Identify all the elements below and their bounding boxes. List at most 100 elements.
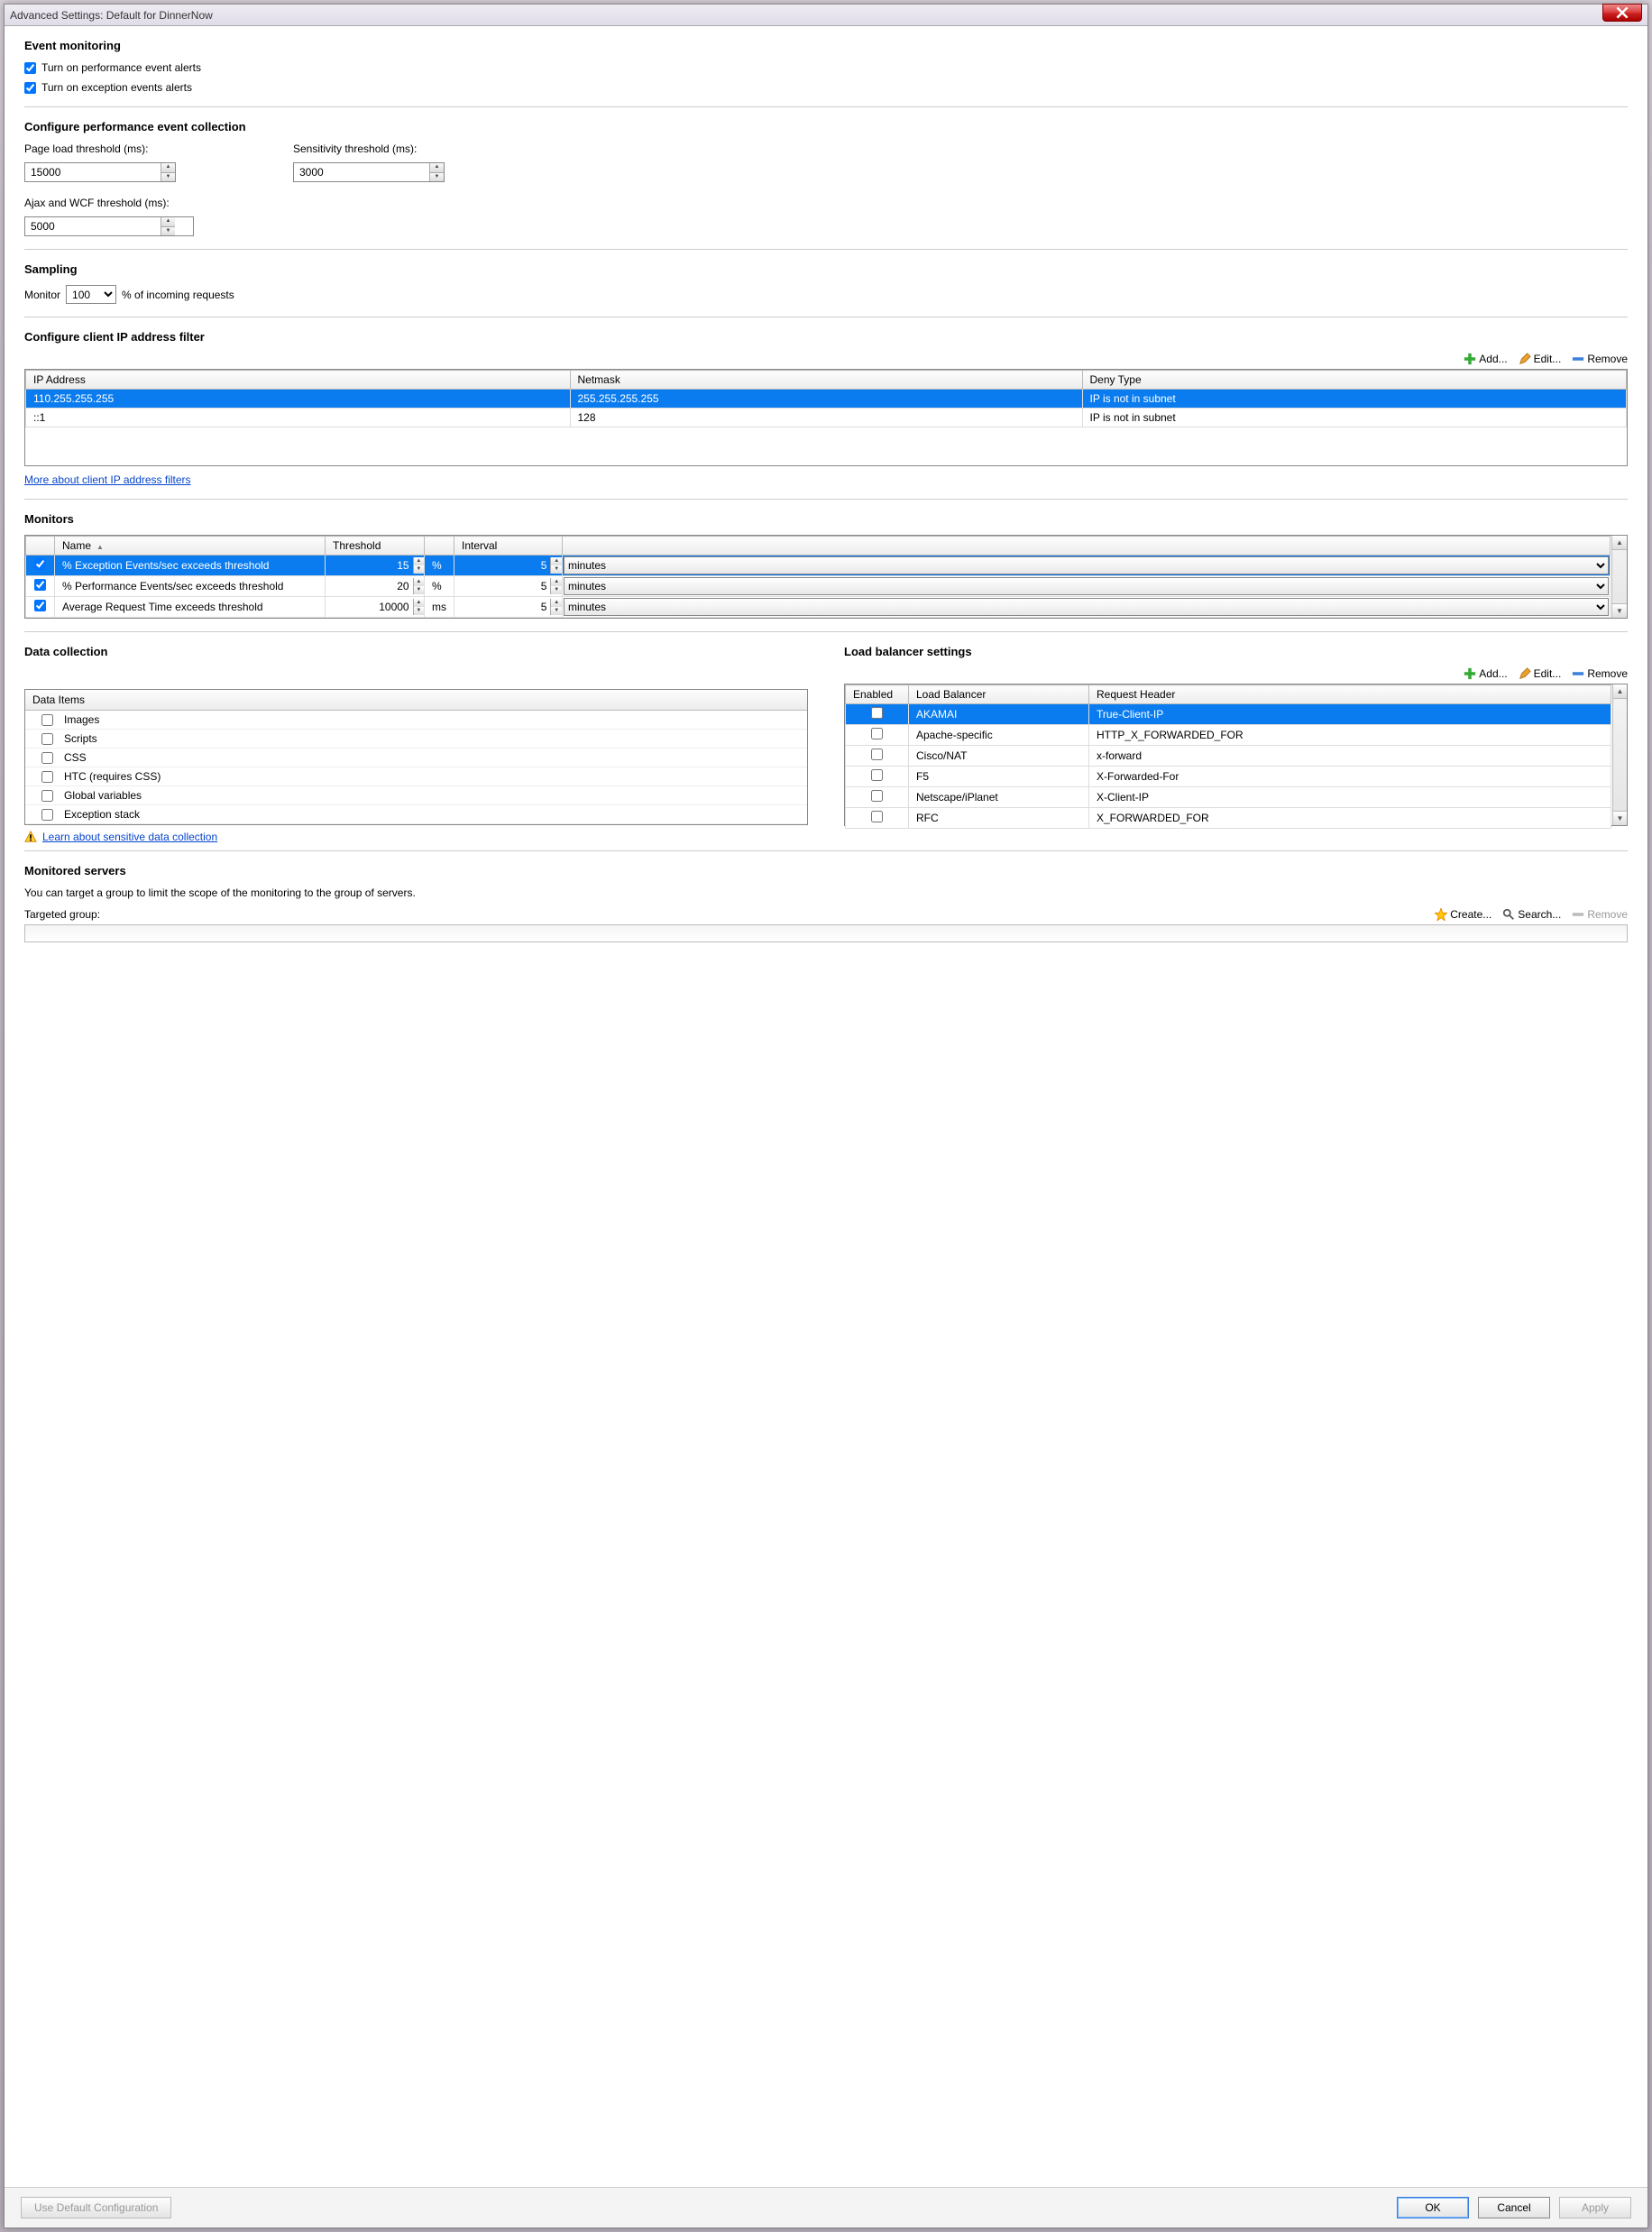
data-item-row[interactable]: Global variables [25, 786, 807, 805]
ip-table-row[interactable]: 110.255.255.255255.255.255.255IP is not … [26, 390, 1627, 409]
interval-unit-select[interactable]: minutes [564, 598, 1609, 616]
lb-add-button[interactable]: Add... [1464, 667, 1507, 680]
lb-row[interactable]: Cisco/NATx-forward [846, 746, 1611, 767]
sensitivity-spinner[interactable]: ▲▼ [293, 162, 445, 182]
cancel-button[interactable]: Cancel [1478, 2197, 1550, 2218]
sensitivity-input[interactable] [294, 163, 429, 181]
interval-input[interactable] [454, 578, 550, 594]
plus-icon [1464, 353, 1476, 365]
scroll-down-icon[interactable]: ▼ [1613, 811, 1627, 825]
sampling-select[interactable]: 100 [66, 285, 116, 304]
lb-enabled-checkbox[interactable] [871, 811, 883, 822]
ip-col-ip[interactable]: IP Address [26, 371, 571, 390]
spin-up-icon[interactable]: ▲ [161, 163, 175, 173]
monitor-row[interactable]: Average Request Time exceeds threshold ▲… [26, 597, 1611, 618]
search-button[interactable]: Search... [1502, 908, 1561, 921]
data-item-row[interactable]: HTC (requires CSS) [25, 767, 807, 786]
lb-enabled-checkbox[interactable] [871, 769, 883, 781]
data-item-checkbox[interactable] [41, 790, 53, 802]
threshold-input[interactable] [326, 557, 413, 574]
data-item-checkbox[interactable] [41, 771, 53, 783]
threshold-input[interactable] [326, 599, 413, 615]
sampling-heading: Sampling [24, 262, 1628, 276]
lb-row[interactable]: Apache-specificHTTP_X_FORWARDED_FOR [846, 725, 1611, 746]
lb-edit-button[interactable]: Edit... [1519, 667, 1562, 680]
lb-col-name[interactable]: Load Balancer [909, 685, 1089, 704]
data-item-row[interactable]: Images [25, 711, 807, 730]
monitor-checkbox[interactable] [34, 558, 46, 570]
scroll-up-icon[interactable]: ▲ [1612, 536, 1627, 550]
learn-sensitive-link[interactable]: Learn about sensitive data collection [42, 831, 217, 843]
ip-table-row[interactable]: ::1128IP is not in subnet [26, 409, 1627, 427]
threshold-input[interactable] [326, 578, 413, 594]
interval-input[interactable] [454, 599, 550, 615]
lb-col-header[interactable]: Request Header [1089, 685, 1611, 704]
monitor-row[interactable]: % Exception Events/sec exceeds threshold… [26, 556, 1611, 576]
lb-row[interactable]: F5X-Forwarded-For [846, 767, 1611, 787]
plus-icon [1464, 667, 1476, 680]
scroll-down-icon[interactable]: ▼ [1612, 603, 1627, 618]
data-item-label: CSS [64, 751, 87, 764]
ip-col-netmask[interactable]: Netmask [570, 371, 1082, 390]
interval-unit-select[interactable]: minutes [564, 556, 1609, 574]
lb-enabled-checkbox[interactable] [871, 707, 883, 719]
monitors-col-name[interactable]: Name▲ [55, 537, 326, 556]
data-collection-heading: Data collection [24, 645, 808, 658]
data-items-table: Data Items ImagesScriptsCSSHTC (requires… [24, 689, 808, 825]
perf-alerts-checkbox[interactable] [24, 62, 36, 74]
ip-table: IP Address Netmask Deny Type 110.255.255… [24, 369, 1628, 466]
data-item-row[interactable]: Scripts [25, 730, 807, 749]
ip-edit-button[interactable]: Edit... [1519, 353, 1562, 365]
targeted-group-input[interactable] [24, 924, 1628, 942]
ok-button[interactable]: OK [1397, 2197, 1469, 2218]
scroll-up-icon[interactable]: ▲ [1613, 684, 1627, 699]
lb-enabled-checkbox[interactable] [871, 749, 883, 760]
ip-add-button[interactable]: Add... [1464, 353, 1507, 365]
page-load-spinner[interactable]: ▲▼ [24, 162, 176, 182]
pencil-icon [1519, 667, 1531, 680]
monitored-servers-section: Monitored servers You can target a group… [24, 864, 1628, 942]
data-item-checkbox[interactable] [41, 809, 53, 821]
lb-col-enabled[interactable]: Enabled [846, 685, 909, 704]
interval-input[interactable] [454, 557, 550, 574]
monitors-col-threshold[interactable]: Threshold [326, 537, 425, 556]
ip-col-deny[interactable]: Deny Type [1082, 371, 1627, 390]
monitors-col-interval[interactable]: Interval [454, 537, 563, 556]
data-item-checkbox[interactable] [41, 752, 53, 764]
data-item-row[interactable]: Exception stack [25, 805, 807, 824]
ajax-spinner[interactable]: ▲▼ [24, 216, 194, 236]
monitor-checkbox[interactable] [34, 600, 46, 611]
monitors-col-check[interactable] [26, 537, 55, 556]
create-button[interactable]: Create... [1435, 908, 1491, 921]
lb-remove-button[interactable]: Remove [1572, 667, 1628, 680]
data-item-checkbox[interactable] [41, 714, 53, 726]
lb-enabled-checkbox[interactable] [871, 728, 883, 739]
monitors-section: Monitors Name▲ Threshold Interval % Exce… [24, 512, 1628, 619]
data-item-row[interactable]: CSS [25, 749, 807, 767]
page-load-input[interactable] [25, 163, 161, 181]
minus-icon [1572, 908, 1584, 921]
dialog-window: Advanced Settings: Default for DinnerNow… [4, 4, 1648, 2228]
perf-alerts-label: Turn on performance event alerts [41, 61, 201, 74]
ip-remove-button[interactable]: Remove [1572, 353, 1628, 365]
interval-unit-select[interactable]: minutes [564, 577, 1609, 595]
exception-alerts-checkbox[interactable] [24, 82, 36, 94]
lb-row[interactable]: AKAMAITrue-Client-IP [846, 704, 1611, 725]
lb-scrollbar[interactable]: ▲ ▼ [1612, 684, 1627, 825]
perf-collection-heading: Configure performance event collection [24, 120, 1628, 133]
ajax-input[interactable] [25, 217, 161, 235]
lb-row[interactable]: Netscape/iPlanetX-Client-IP [846, 787, 1611, 808]
monitor-checkbox[interactable] [34, 579, 46, 591]
window-title: Advanced Settings: Default for DinnerNow [10, 9, 213, 22]
close-button[interactable] [1602, 4, 1642, 22]
exception-alerts-label: Turn on exception events alerts [41, 81, 192, 94]
apply-button: Apply [1559, 2197, 1631, 2218]
lb-table-wrap: Enabled Load Balancer Request Header AKA… [844, 684, 1628, 826]
spin-down-icon[interactable]: ▼ [161, 173, 175, 182]
data-item-checkbox[interactable] [41, 733, 53, 745]
monitor-row[interactable]: % Performance Events/sec exceeds thresho… [26, 576, 1611, 597]
monitors-scrollbar[interactable]: ▲ ▼ [1611, 536, 1627, 618]
lb-enabled-checkbox[interactable] [871, 790, 883, 802]
lb-row[interactable]: RFCX_FORWARDED_FOR [846, 808, 1611, 829]
ip-more-link[interactable]: More about client IP address filters [24, 473, 191, 486]
